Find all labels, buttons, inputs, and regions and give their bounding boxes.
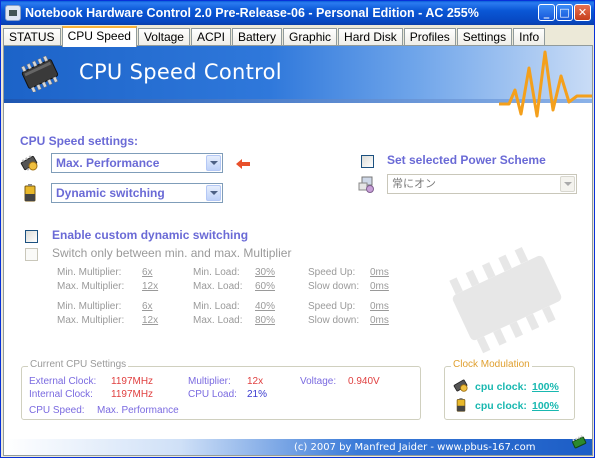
g1-max-multiplier-value[interactable]: 12x	[142, 281, 158, 292]
g2-min-multiplier-value[interactable]: 6x	[142, 301, 153, 312]
custom-dynamic-label: Enable custom dynamic switching	[52, 228, 249, 242]
app-window: Notebook Hardware Control 2.0 Pre-Releas…	[0, 0, 595, 458]
clock2-value[interactable]: 100%	[532, 400, 559, 412]
clock1-value[interactable]: 100%	[532, 381, 559, 393]
cpu-load-label: CPU Load:	[188, 389, 237, 400]
switch-only-label: Switch only between min. and max. Multip…	[52, 246, 292, 260]
g1-min-multiplier-value[interactable]: 6x	[142, 267, 153, 278]
g2-slow-down-value[interactable]: 0ms	[370, 315, 389, 326]
cpu-load-value: 21%	[247, 389, 268, 400]
g2-max-load-value[interactable]: 80%	[255, 315, 275, 326]
page-title: CPU Speed Control	[79, 60, 282, 84]
tab-bar: STATUS CPU Speed Voltage ACPI Battery Gr…	[3, 26, 546, 47]
power-scheme-checkbox[interactable]	[361, 155, 374, 168]
title-bar[interactable]: Notebook Hardware Control 2.0 Pre-Releas…	[1, 1, 594, 25]
minimize-button[interactable]: _	[538, 4, 555, 21]
clock2-label: cpu clock:	[475, 400, 527, 412]
voltage-value: 0.940V	[348, 376, 380, 387]
g2-max-multiplier-value[interactable]: 12x	[142, 315, 158, 326]
window-title: Notebook Hardware Control 2.0 Pre-Releas…	[25, 6, 479, 20]
switching-select[interactable]: Dynamic switching	[51, 183, 223, 203]
clock1-label: cpu clock:	[475, 381, 527, 393]
clock-modulation-title: Clock Modulation	[451, 359, 532, 370]
external-clock-label: External Clock:	[29, 376, 97, 387]
cpu-speed-value: Max. Performance	[97, 405, 179, 416]
close-button[interactable]: ✕	[574, 4, 591, 21]
tray-chip-icon[interactable]	[571, 435, 587, 449]
custom-dynamic-checkbox[interactable]	[25, 230, 38, 243]
g2-slow-down-label: Slow down:	[308, 315, 360, 326]
g1-speed-up-label: Speed Up:	[308, 267, 356, 278]
g2-speed-up-label: Speed Up:	[308, 301, 356, 312]
g1-slow-down-label: Slow down:	[308, 281, 360, 292]
tab-cpu-speed[interactable]: CPU Speed	[61, 26, 137, 47]
cpu-speed-icon	[453, 379, 468, 392]
cpu-speed-icon	[20, 155, 38, 171]
g2-min-load-label: Min. Load:	[193, 301, 240, 312]
cpu-speed-label: CPU Speed:	[29, 405, 85, 416]
pulse-graphic	[499, 50, 592, 118]
cpu-speed-settings-label: CPU Speed settings:	[20, 134, 139, 148]
g1-speed-up-value[interactable]: 0ms	[370, 267, 389, 278]
battery-icon	[456, 398, 466, 412]
g1-min-load-label: Min. Load:	[193, 267, 240, 278]
chip-watermark-icon	[449, 246, 562, 354]
performance-select-value: Max. Performance	[56, 156, 160, 170]
footer-bar: (c) 2007 by Manfred Jaider - www.pbus-16…	[4, 435, 592, 455]
g1-min-load-value[interactable]: 30%	[255, 267, 275, 278]
chevron-down-icon[interactable]	[206, 155, 221, 171]
power-scheme-select[interactable]: 常にオン	[387, 174, 577, 194]
g1-max-load-label: Max. Load:	[193, 281, 243, 292]
switching-select-value: Dynamic switching	[56, 186, 165, 200]
switch-only-checkbox[interactable]	[25, 248, 38, 261]
footer-credit: (c) 2007 by Manfred Jaider - www.pbus-16…	[294, 442, 536, 453]
power-scheme-icon	[358, 176, 374, 193]
multiplier-value: 12x	[247, 376, 264, 387]
voltage-label: Voltage:	[300, 376, 337, 387]
g1-slow-down-value[interactable]: 0ms	[370, 281, 389, 292]
cpu-speed-panel: CPU Speed Control CPU Speed settings: Ma…	[3, 45, 593, 456]
maximize-button[interactable]: □	[556, 4, 573, 21]
internal-clock-value: 1197MHz	[111, 389, 154, 400]
power-scheme-select-value: 常にオン	[392, 178, 436, 190]
g1-min-multiplier-label: Min. Multiplier:	[57, 267, 122, 278]
multiplier-label: Multiplier:	[188, 376, 231, 387]
g2-max-load-label: Max. Load:	[193, 315, 243, 326]
chevron-down-icon[interactable]	[206, 185, 221, 201]
g2-min-load-value[interactable]: 40%	[255, 301, 275, 312]
performance-select[interactable]: Max. Performance	[51, 153, 223, 173]
g1-max-load-value[interactable]: 60%	[255, 281, 275, 292]
arrow-left-icon	[236, 159, 250, 169]
g2-min-multiplier-label: Min. Multiplier:	[57, 301, 122, 312]
power-scheme-label: Set selected Power Scheme	[387, 153, 546, 167]
chevron-down-icon[interactable]	[560, 176, 575, 192]
app-icon[interactable]	[5, 5, 21, 21]
cpu-chip-icon	[21, 56, 59, 92]
current-cpu-title: Current CPU Settings	[28, 359, 129, 370]
g2-speed-up-value[interactable]: 0ms	[370, 301, 389, 312]
g2-max-multiplier-label: Max. Multiplier:	[57, 315, 125, 326]
g1-max-multiplier-label: Max. Multiplier:	[57, 281, 125, 292]
internal-clock-label: Internal Clock:	[29, 389, 93, 400]
external-clock-value: 1197MHz	[111, 376, 154, 387]
battery-icon	[24, 184, 36, 202]
